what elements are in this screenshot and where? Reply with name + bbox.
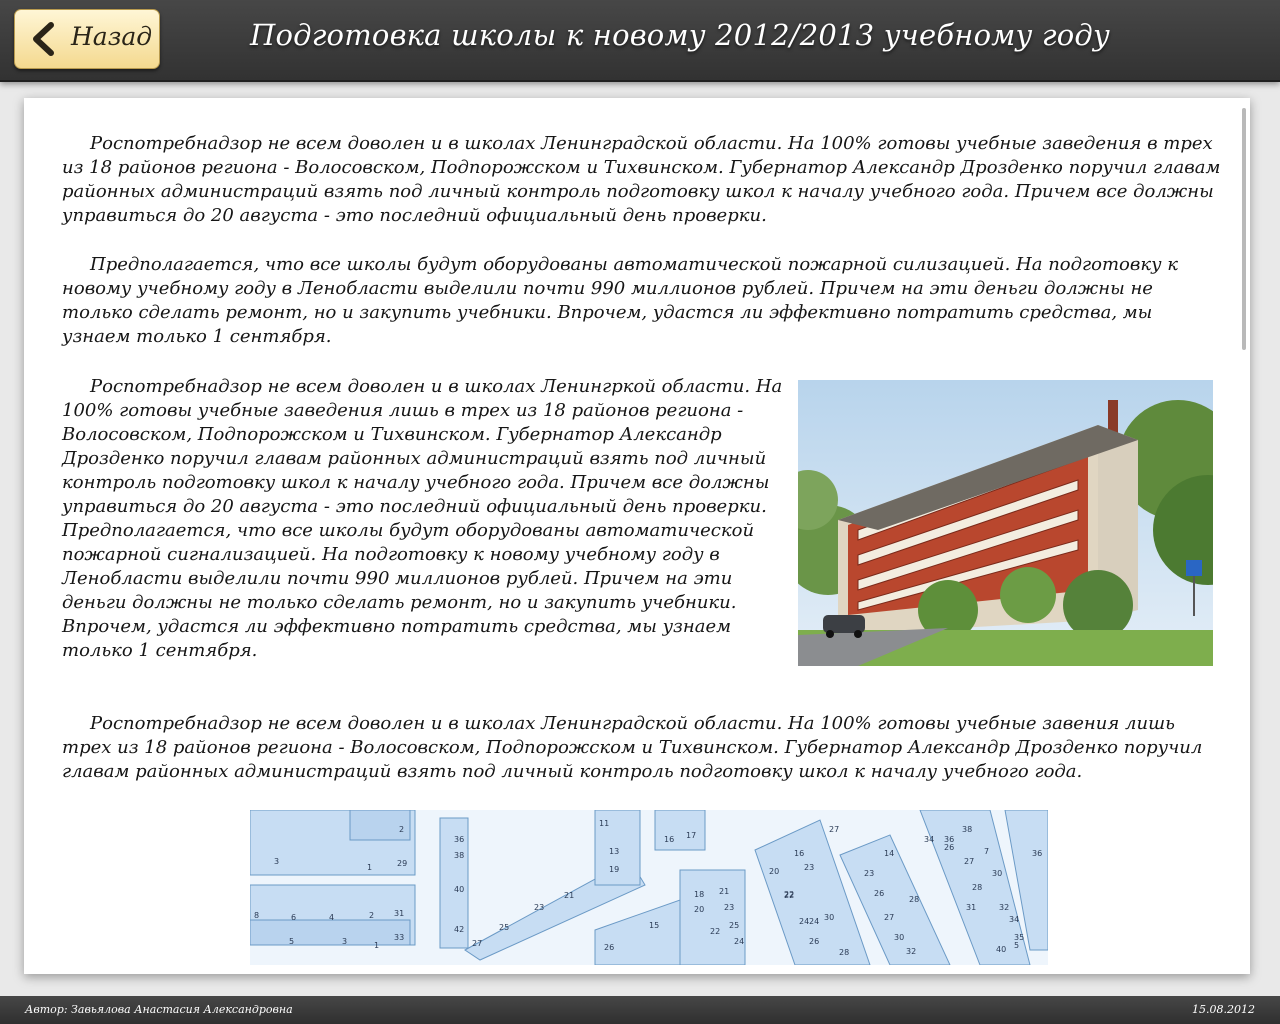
map-parcel-label: 23 xyxy=(534,903,544,912)
author-credit: Автор: Завьялова Анастасия Александровна xyxy=(25,1003,293,1016)
map-parcel-label: 32 xyxy=(999,903,1009,912)
map-parcel-label: 27 xyxy=(884,913,894,922)
map-parcel-label: 42 xyxy=(454,925,464,934)
article-paragraph-1: Роспотребнадзор не всем доволен и в школ… xyxy=(62,133,1221,226)
map-parcel-label: 34 xyxy=(1009,915,1019,924)
map-parcel-label: 2 xyxy=(369,911,374,920)
map-parcel-label: 29 xyxy=(397,859,407,868)
map-parcel-label: 28 xyxy=(972,883,982,892)
back-button-label: Назад xyxy=(71,22,153,51)
map-parcel-label: 8 xyxy=(254,911,259,920)
footer-bar: Автор: Завьялова Анастасия Александровна… xyxy=(0,996,1280,1024)
article-panel: Роспотребнадзор не всем доволен и в школ… xyxy=(24,98,1250,974)
map-parcel-label: 38 xyxy=(454,851,464,860)
map-parcel-label: 40 xyxy=(996,945,1006,954)
map-parcel-label: 27 xyxy=(964,857,974,866)
map-parcel-label: 19 xyxy=(609,865,619,874)
article-paragraph-3: Роспотребнадзор не всем доволен и в школ… xyxy=(62,376,783,661)
map-parcel-label: 30 xyxy=(894,933,904,942)
map-parcel-label: 31 xyxy=(966,903,976,912)
map-parcel-label: 30 xyxy=(992,869,1002,878)
map-parcel-label: 36 xyxy=(1032,849,1042,858)
map-parcel-label: 25 xyxy=(729,921,739,930)
top-bar: Назад Подготовка школы к новому 2012/201… xyxy=(0,0,1280,82)
article-paragraph-4: Роспотребнадзор не всем доволен и в школ… xyxy=(62,713,1203,782)
chevron-left-icon xyxy=(33,22,54,56)
map-parcel-label: 38 xyxy=(962,825,972,834)
article-paragraph-2: Предполагается, что все школы будут обор… xyxy=(62,254,1179,347)
map-parcel-label: 20 xyxy=(769,867,779,876)
map-parcel-label: 1 xyxy=(374,941,379,950)
map-parcel-label: 7 xyxy=(984,847,989,856)
map-parcel-label: 22 xyxy=(710,927,720,936)
map-parcel-label: 23 xyxy=(804,863,814,872)
page-title: Подготовка школы к новому 2012/2013 учеб… xyxy=(249,18,1111,52)
map-parcel-label: 21 xyxy=(564,891,574,900)
map-parcel-label: 25 xyxy=(499,923,509,932)
map-parcel-label: 24 xyxy=(799,917,809,926)
map-parcel-label: 5 xyxy=(289,937,294,946)
map-parcel-label: 3 xyxy=(342,937,347,946)
map-parcel-label: 31 xyxy=(394,909,404,918)
back-button[interactable]: Назад xyxy=(14,9,160,69)
map-parcel-label: 23 xyxy=(724,903,734,912)
map-parcel-label: 24 xyxy=(734,937,744,946)
map-parcel-label: 28 xyxy=(839,948,849,957)
map-parcel-label: 14 xyxy=(884,849,894,858)
map-parcel-label: 26 xyxy=(809,937,819,946)
map-parcel-label: 15 xyxy=(649,921,659,930)
map-parcel-label: 26 xyxy=(604,943,614,952)
map-parcel-label: 1 xyxy=(367,863,372,872)
map-parcel-label: 34 xyxy=(924,835,934,844)
map-parcel-label: 28 xyxy=(909,895,919,904)
map-parcel-label: 26 xyxy=(874,889,884,898)
map-parcel-label: 5 xyxy=(1014,941,1019,950)
publish-date: 15.08.2012 xyxy=(1192,1003,1255,1016)
map-parcel-label: 4 xyxy=(329,913,334,922)
map-parcel-label: 16 xyxy=(664,835,674,844)
map-parcel-label: 30 xyxy=(824,913,834,922)
map-parcel-label: 32 xyxy=(906,947,916,956)
map-parcel-label: 33 xyxy=(394,933,404,942)
map-parcel-label: 16 xyxy=(794,849,804,858)
scrollbar[interactable] xyxy=(1242,108,1246,350)
school-building-photo xyxy=(798,380,1213,666)
map-parcel-label: 11 xyxy=(599,819,609,828)
map-parcel-label: 27 xyxy=(472,939,482,948)
map-parcel-label: 21 xyxy=(719,887,729,896)
district-map: 2 3 1 29 8 6 4 2 31 5 3 1 33 36 38 40 42 27 25 23 21 19 13 11 16… xyxy=(250,810,1048,965)
map-parcel-label: 26 xyxy=(944,843,954,852)
map-parcel-label: 40 xyxy=(454,885,464,894)
map-parcel-label: 13 xyxy=(609,847,619,856)
map-parcel-label: 20 xyxy=(694,905,704,914)
map-parcel-label: 22 xyxy=(784,890,794,899)
map-parcel-label: 24 xyxy=(809,917,819,926)
map-parcel-label: 6 xyxy=(291,913,296,922)
map-parcel-label: 36 xyxy=(454,835,464,844)
map-parcel-label: 18 xyxy=(694,890,704,899)
map-parcel-label: 3 xyxy=(274,857,279,866)
map-parcel-label: 27 xyxy=(829,825,839,834)
map-parcel-label: 2 xyxy=(399,825,404,834)
map-parcel-label: 23 xyxy=(864,869,874,878)
map-parcel-label: 17 xyxy=(686,831,696,840)
